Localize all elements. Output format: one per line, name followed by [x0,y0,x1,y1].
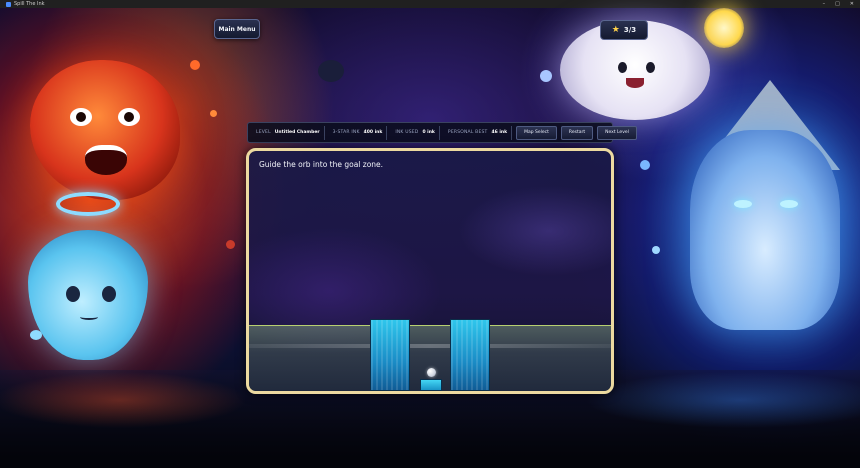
left-pillar [370,319,410,391]
hud-level-label: LEVEL [256,130,271,135]
ink-splash-drop [540,70,552,82]
water-character-mouth [80,314,98,320]
restart-button[interactable]: Restart [560,125,594,140]
fire-character [30,60,180,200]
orb[interactable] [427,368,436,377]
wizard-character-eye [734,200,752,208]
level-hud: LEVEL Untitled Chamber 3-STAR INK 400 in… [247,122,637,143]
hud-three-star-label: 3-STAR INK [332,130,360,135]
cloud-character-eye [646,62,655,73]
hud-ink-used-label: INK USED [395,130,419,135]
map-select-button[interactable]: Map Select [516,125,557,140]
next-level-button[interactable]: Next Level [597,125,637,140]
lightbulb-icon [704,8,744,48]
hud-ink-used: INK USED 0 ink [391,125,440,140]
wizard-character-eye [780,200,798,208]
hud-three-star: 3-STAR INK 400 ink [329,125,388,140]
hud-personal-best: PERSONAL BEST 46 ink [444,125,513,140]
ink-splash-drop [190,60,200,70]
ice-wizard-character [690,130,840,330]
water-drop-character [28,230,148,360]
app-title-group: Spill The Ink [6,1,45,7]
star-count-badge: ★ 3/3 [600,20,648,40]
hud-personal-best-label: PERSONAL BEST [447,130,488,135]
hud-ink-used-value: 0 ink [422,130,435,135]
play-area[interactable]: Guide the orb into the goal zone. [246,148,614,394]
water-character-eye [66,286,80,302]
ink-splash-drop [318,60,344,82]
maximize-icon[interactable]: □ [835,1,840,7]
fire-character-eye [118,108,140,126]
water-character-eye [102,286,116,302]
hud-level: LEVEL Untitled Chamber [252,125,325,140]
star-icon: ★ [611,24,620,35]
fire-character-eye [70,108,92,126]
window-controls: – □ ✕ [823,1,854,7]
halo-decoration [56,192,120,216]
ink-splash-drop [226,240,235,249]
fire-character-mouth [85,145,127,175]
ink-splash-drop [210,110,217,117]
window-title: Spill The Ink [14,1,45,7]
close-icon[interactable]: ✕ [850,1,854,7]
main-menu-button[interactable]: Main Menu [214,19,260,39]
goal-zone [420,379,442,391]
hud-level-value: Untitled Chamber [274,130,320,135]
star-count: 3/3 [623,26,637,34]
ink-splash-drop [652,246,660,254]
app-icon [6,1,11,7]
cloud-character-eye [618,62,627,73]
minimize-icon[interactable]: – [823,1,826,7]
ink-splash-drop [30,330,42,340]
ink-splash-drop [640,160,650,170]
instruction-text: Guide the orb into the goal zone. [259,160,384,169]
right-pillar [450,319,490,391]
hud-three-star-value: 400 ink [363,130,383,135]
cloud-character-mouth [626,78,644,88]
window-titlebar: Spill The Ink – □ ✕ [0,0,860,8]
hud-personal-best-value: 46 ink [491,130,508,135]
